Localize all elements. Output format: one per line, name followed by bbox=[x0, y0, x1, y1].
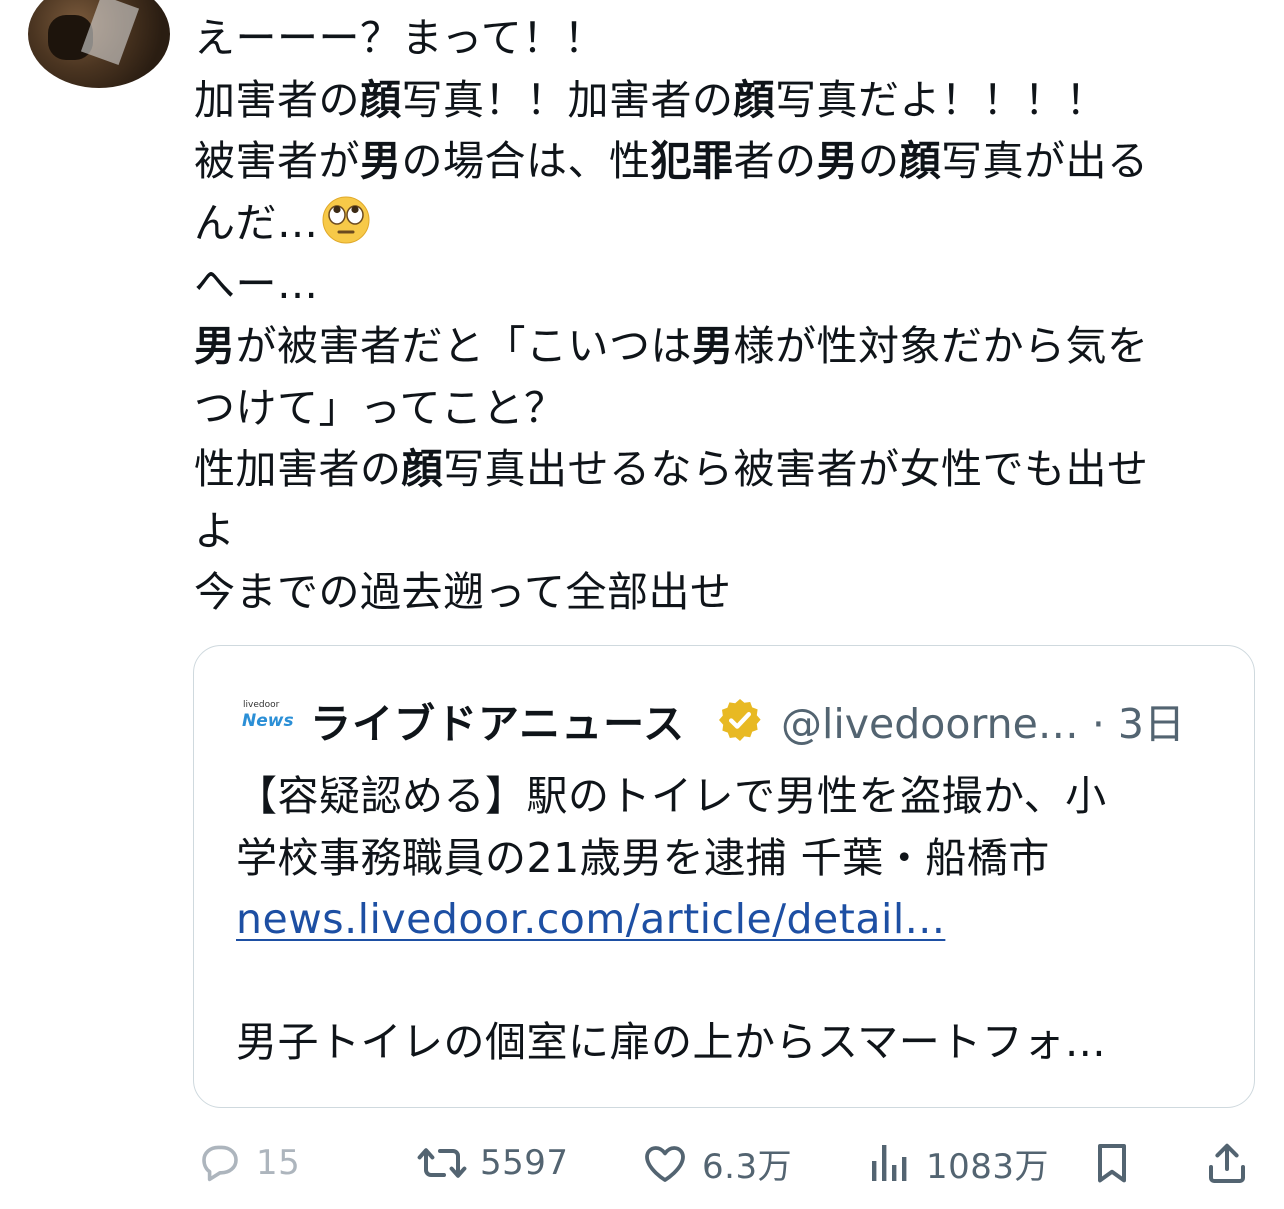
views-count: 1083万 bbox=[926, 1146, 1050, 1187]
tweet-text-segment: んだ… bbox=[194, 198, 319, 247]
tweet-text-line: よ bbox=[194, 501, 1254, 563]
tweet-text-segment: えーーー？まって！！ bbox=[194, 14, 606, 62]
analytics-bar-icon bbox=[872, 1145, 907, 1181]
views-button[interactable]: 1083万 bbox=[866, 1130, 1049, 1196]
quote-article-link[interactable]: news.livedoor.com/article/detail... bbox=[236, 895, 945, 943]
quote-handle-and-time: @livedoorne… · 3日 bbox=[781, 700, 1185, 748]
reply-button[interactable]: 15 bbox=[196, 1130, 300, 1196]
face-with-rolling-eyes-icon bbox=[321, 195, 371, 245]
tweet-text-line: 被害者が男の場合は、性犯罪者の男の顔写真が出る bbox=[194, 131, 1254, 193]
tweet-text-line: 性加害者の顔写真出せるなら被害者が女性でも出せ bbox=[194, 439, 1254, 501]
like-button[interactable]: 6.3万 bbox=[640, 1130, 792, 1196]
retweet-icon bbox=[417, 1148, 467, 1178]
verified-badge-icon bbox=[719, 699, 761, 741]
tweet-text-segment: が被害者だと「こいつは bbox=[235, 321, 692, 370]
tweet-text-segment: 今までの過去遡って全部出せ bbox=[194, 568, 732, 617]
tweet-text-segment: へー… bbox=[194, 260, 319, 309]
tweet-text-line: んだ… bbox=[194, 193, 1254, 255]
tweet-text-segment: 写真だよ！！！！ bbox=[775, 75, 1107, 124]
reply-icon bbox=[202, 1145, 238, 1182]
tweet-text-segment: 写真！！加害者の bbox=[401, 75, 734, 124]
livedoor-news-logo: livedoor News bbox=[242, 700, 294, 731]
quote-snippet: 男子トイレの個室に扉の上からスマートフォ… bbox=[236, 1018, 1107, 1067]
bookmark-button[interactable] bbox=[1088, 1130, 1136, 1196]
share-button[interactable] bbox=[1202, 1130, 1252, 1196]
retweet-button[interactable]: 5597 bbox=[416, 1130, 569, 1196]
tweet-text-segment: 被害者が bbox=[194, 137, 360, 186]
tweet-text-segment: 男 bbox=[360, 137, 402, 186]
tweet-text-line: つけて」ってこと？ bbox=[194, 378, 1254, 440]
tweet-action-bar: 15 5597 6.3万 1083万 bbox=[0, 1130, 1284, 1196]
tweet-text-segment: 顔 bbox=[899, 137, 941, 186]
share-icon bbox=[1209, 1143, 1245, 1183]
tweet-text-segment: 顔 bbox=[401, 445, 443, 494]
quote-body-line: 【容疑認める】駅のトイレで男性を盗撮か、小 bbox=[236, 772, 1107, 820]
tweet-text-segment: 性加害者の bbox=[194, 445, 402, 494]
avatar[interactable] bbox=[28, 0, 170, 88]
tweet-text-segment: 顔 bbox=[733, 75, 775, 124]
quote-body-line: 学校事務職員の21歳男を逮捕 千葉・船橋市 bbox=[236, 833, 1050, 882]
tweet-text-segment: 写真が出る bbox=[941, 137, 1149, 186]
quote-author-name[interactable]: ライブドアニュース bbox=[310, 690, 685, 750]
like-count: 6.3万 bbox=[702, 1146, 793, 1187]
retweet-count: 5597 bbox=[480, 1143, 569, 1183]
tweet-text-segment: 顔 bbox=[360, 75, 402, 124]
tweet-text-segment: の bbox=[858, 137, 900, 186]
tweet-text-line: 今までの過去遡って全部出せ bbox=[194, 562, 1254, 624]
tweet-text-line: へー… bbox=[194, 254, 1254, 316]
tweet-text: えーーー？まって！！ 加害者の顔写真！！加害者の顔写真だよ！！！！ 被害者が男の場合… bbox=[194, 8, 1254, 624]
tweet-text-segment: 男 bbox=[816, 137, 858, 186]
tweet-text-segment: 犯罪 bbox=[650, 137, 734, 186]
heart-icon bbox=[645, 1146, 685, 1182]
tweet-text-line: えーーー？まって！！ bbox=[194, 8, 1254, 70]
quote-tweet-card[interactable]: livedoor News ライブドアニュース @livedoorne… · 3… bbox=[193, 645, 1255, 1108]
tweet-text-segment: 男 bbox=[194, 321, 236, 370]
tweet-text-segment: 加害者の bbox=[194, 75, 360, 124]
tweet-text-segment: の場合は、性 bbox=[401, 137, 651, 186]
tweet-text-line: 加害者の顔写真！！加害者の顔写真だよ！！！！ bbox=[194, 70, 1254, 132]
tweet-text-segment: 者の bbox=[733, 137, 817, 186]
reply-count: 15 bbox=[256, 1143, 301, 1183]
quote-body: 【容疑認める】駅のトイレで男性を盗撮か、小 学校事務職員の21歳男を逮捕 千葉・… bbox=[236, 766, 1216, 1074]
tweet-text-line: 男が被害者だと「こいつは男様が性対象だから気を bbox=[194, 316, 1254, 378]
tweet-text-segment: 男 bbox=[692, 321, 734, 370]
bookmark-icon bbox=[1098, 1144, 1126, 1183]
tweet-text-segment: よ bbox=[194, 506, 236, 555]
tweet-text-segment: つけて」ってこと？ bbox=[194, 383, 566, 432]
tweet-text-segment: 写真出せるなら被害者が女性でも出せ bbox=[443, 445, 1149, 494]
tweet-text-segment: 様が性対象だから気を bbox=[733, 321, 1149, 370]
quote-header: livedoor News ライブドアニュース @livedoorne… · 3… bbox=[236, 690, 1236, 750]
